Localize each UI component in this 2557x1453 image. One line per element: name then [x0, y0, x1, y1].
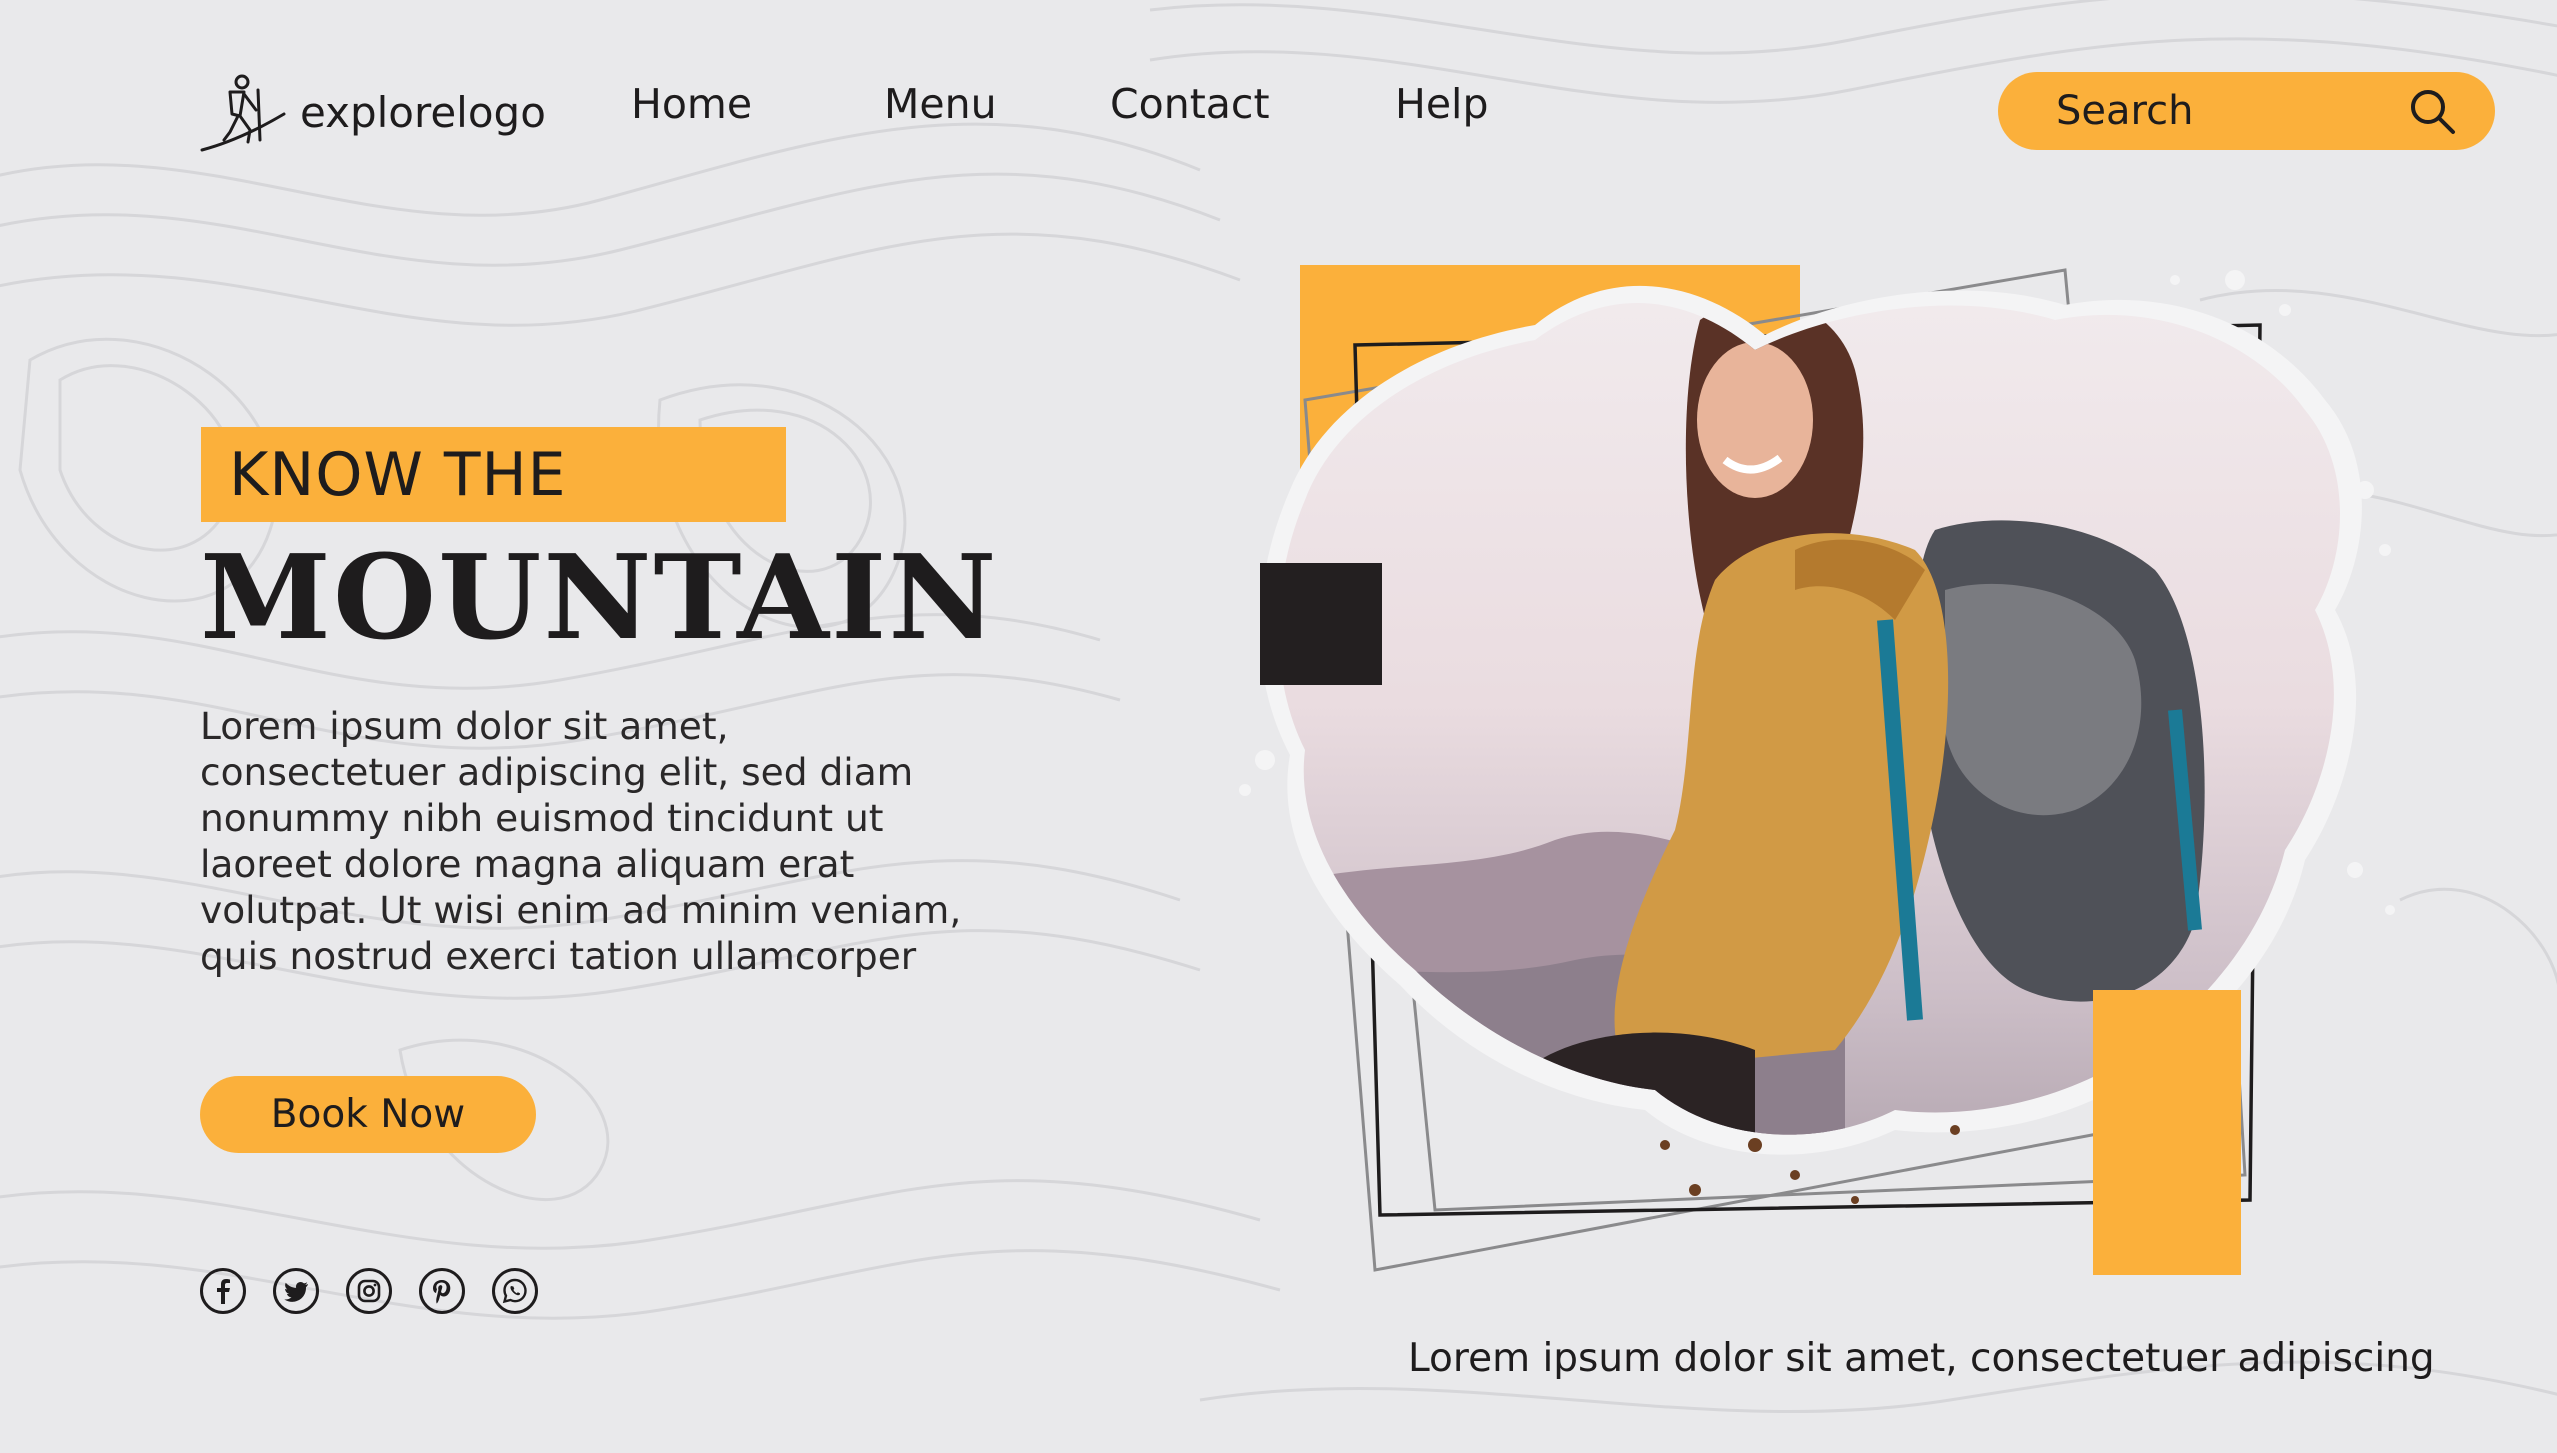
hero-description: Lorem ipsum dolor sit amet, consectetuer… [200, 703, 980, 979]
search-input[interactable] [2056, 88, 2376, 134]
hero-description-line: quis nostrud exerci tation ullamcorper [200, 934, 917, 978]
nav-home[interactable]: Home [631, 80, 752, 128]
accent-block-bottom [2093, 990, 2241, 1275]
logo[interactable]: explorelogo [200, 70, 546, 154]
pinterest-glyph [433, 1280, 451, 1304]
facebook-glyph [217, 1279, 230, 1304]
nav-menu[interactable]: Menu [884, 80, 997, 128]
pinterest-icon[interactable] [419, 1268, 465, 1314]
twitter-icon[interactable] [273, 1268, 319, 1314]
whatsapp-glyph [502, 1278, 527, 1304]
instagram-icon[interactable] [346, 1268, 392, 1314]
search-icon[interactable] [2407, 86, 2457, 136]
search-bar[interactable] [1998, 72, 2495, 150]
hero-title: MOUNTAIN [200, 530, 999, 666]
hero-kicker: KNOW THE [229, 440, 567, 510]
hero-photo-composition [1239, 265, 2395, 1275]
hero-caption: Lorem ipsum dolor sit amet, consectetuer… [1408, 1336, 2435, 1381]
hero-description-line: consectetuer adipiscing elit, sed diam [200, 750, 914, 794]
instagram-glyph [357, 1279, 381, 1303]
social-links [200, 1268, 538, 1314]
twitter-glyph [284, 1281, 308, 1302]
accent-block-dark [1260, 563, 1382, 685]
hero-description-line: nonummy nibh euismod tincidunt ut [200, 796, 884, 840]
hero-description-line: Lorem ipsum dolor sit amet, [200, 704, 729, 748]
hero-description-line: laoreet dolore magna aliquam erat [200, 842, 855, 886]
hero-description-line: volutpat. Ut wisi enim ad minim veniam, [200, 888, 962, 932]
whatsapp-icon[interactable] [492, 1268, 538, 1314]
book-now-button[interactable]: Book Now [200, 1076, 536, 1153]
nav-contact[interactable]: Contact [1110, 80, 1270, 128]
logo-text: explorelogo [300, 87, 546, 137]
nav-help[interactable]: Help [1395, 80, 1488, 128]
hiker-logo-icon [200, 74, 286, 152]
facebook-icon[interactable] [200, 1268, 246, 1314]
